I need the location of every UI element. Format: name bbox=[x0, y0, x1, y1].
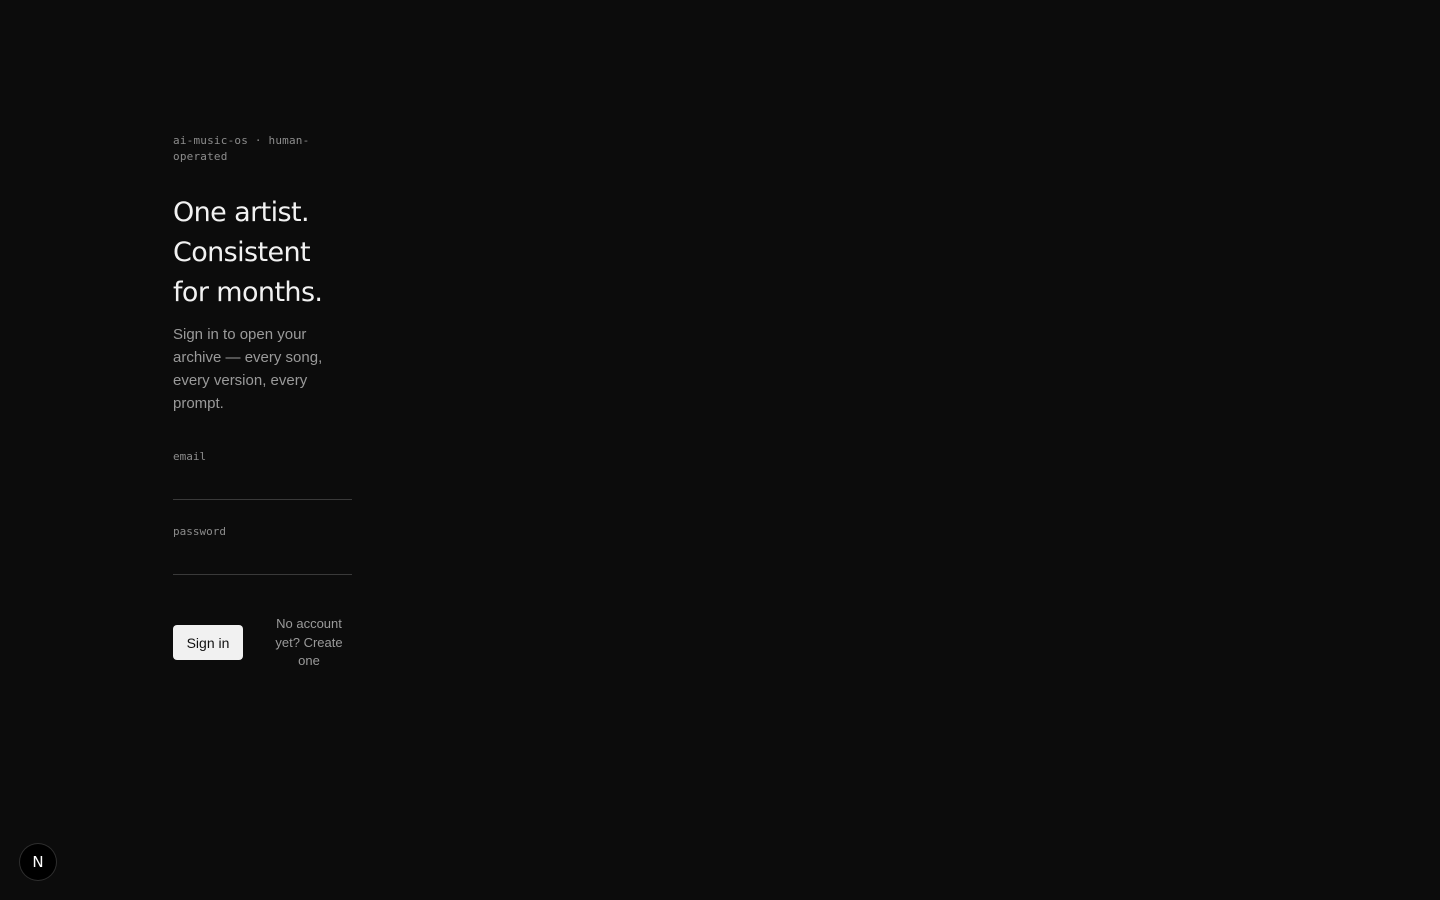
login-page: ai-music-os · human-operated One artist.… bbox=[0, 0, 1440, 900]
nextjs-logo-icon: N bbox=[32, 853, 44, 871]
headline-line-2: Consistent bbox=[173, 237, 311, 268]
email-label: email bbox=[173, 450, 207, 463]
password-field[interactable] bbox=[173, 545, 352, 575]
brand-eyebrow: ai-music-os · human-operated bbox=[173, 134, 310, 163]
email-field[interactable] bbox=[173, 470, 352, 500]
page-subtitle: Sign in to open your archive — every son… bbox=[173, 326, 323, 412]
nextjs-dev-indicator[interactable]: N bbox=[20, 844, 56, 880]
headline-line-1: One artist. bbox=[173, 197, 310, 228]
create-account-link[interactable]: No account yet? Create one bbox=[269, 615, 349, 671]
login-panel: ai-music-os · human-operated One artist.… bbox=[173, 133, 352, 668]
sign-in-button[interactable]: Sign in bbox=[173, 625, 243, 660]
email-field-group: email bbox=[173, 450, 352, 500]
password-field-group: password bbox=[173, 525, 352, 575]
page-headline: One artist. Consistent for months. bbox=[173, 193, 352, 313]
password-label: password bbox=[173, 525, 226, 538]
headline-line-3: for months. bbox=[173, 277, 323, 308]
